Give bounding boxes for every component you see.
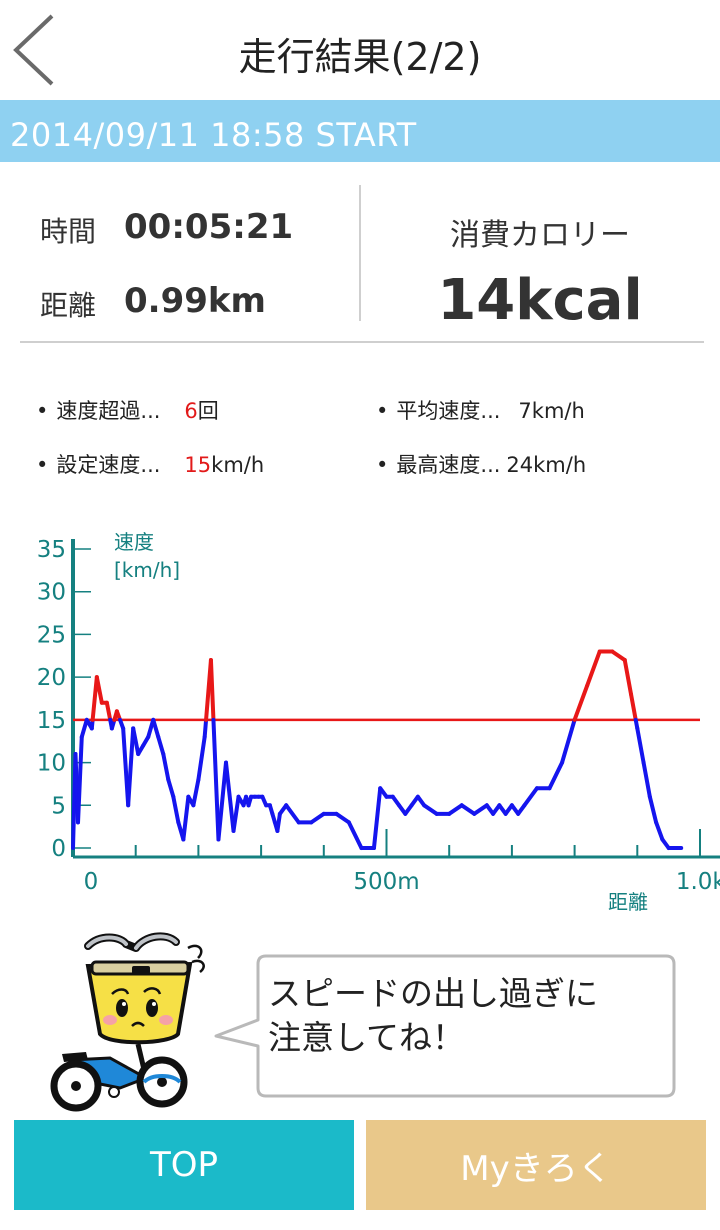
bullet: • [376,399,389,423]
speed-segment-over-limit [610,649,627,663]
max-speed-label: 最高速度... [396,453,501,477]
y-tick-label: 25 [37,622,66,648]
y-tick-label: 5 [51,793,66,819]
mascot-message-line1: スピードの出し過ぎに [268,974,598,1013]
bullet: • [376,453,389,477]
speed-segment [171,794,181,825]
stat-avg-speed: • 平均速度... 7km/h [376,395,585,425]
speed-segment [371,786,383,850]
speed-segment [223,760,236,833]
speed-segment [309,811,326,825]
x-tick-label: 1.0km [676,869,720,895]
top-button[interactable]: TOP [14,1120,354,1210]
speed-segment [459,803,477,816]
x-tick-label: 500m [353,869,419,895]
distance-value: 0.99km [124,281,266,321]
speed-segment [647,794,659,825]
y-tick-label: 30 [37,580,66,606]
speed-segment [522,786,539,808]
distance-label: 距離 [40,289,97,322]
bullet: • [36,399,49,423]
speed-segment [131,726,141,757]
speed-segment [635,726,646,765]
stat-over-speed: • 速度超過... 6回 [36,395,219,425]
max-speed-value: 24km/h [506,453,587,477]
speed-segment [126,726,136,808]
speed-segment-over-limit [585,649,602,688]
speed-segment [181,794,191,842]
mascot-message: スピードの出し過ぎに 注意してね！ [268,972,658,1060]
speed-segment [196,734,207,782]
speed-segment [346,820,364,850]
speed-segment [211,717,221,842]
speed-segment [275,811,282,833]
calorie-label: 消費カロリー [450,218,630,253]
y-axis-title-line2: [km/h] [114,558,180,582]
set-speed-value: 15 [184,453,212,477]
speed-segment [202,717,209,739]
set-speed-unit: km/h [211,453,265,477]
avg-speed-label: 平均速度... [396,399,501,423]
y-tick-label: 0 [51,836,66,862]
y-tick-label: 15 [37,708,66,734]
speed-segment [166,777,176,799]
y-tick-label: 35 [37,537,66,563]
avg-speed-value: 7km/h [518,399,585,423]
speed-segment [447,803,464,816]
x-axis-title: 距離 [608,890,648,914]
speed-segment [472,803,489,816]
time-label: 時間 [40,215,97,248]
bullet: • [36,453,49,477]
speed-segment-over-limit [622,658,634,697]
y-axis-title-line1: 速度 [114,530,154,554]
speed-segment-over-limit [104,700,113,722]
speed-segment-over-limit [572,683,590,722]
stat-max-speed: • 最高速度... 24km/h [376,449,586,479]
speed-segment [641,760,652,799]
speed-segment [156,734,166,757]
over-speed-value: 6 [184,399,198,423]
over-speed-unit: 回 [197,399,219,423]
mascot-message-line2: 注意してね！ [268,1018,466,1057]
speed-segment [334,811,351,825]
speed-segment [560,717,577,765]
speed-segment [422,803,439,816]
mascot-illustration [50,932,205,1112]
speed-segment [216,760,228,842]
speed-segment [231,794,241,833]
speed-distance-chart: 35 30 25 20 15 10 5 0 0 500m 1.0km 速度 [km/h] 距離 [37,530,720,914]
start-datetime: 2014/09/11 18:58 START [10,116,417,154]
stat-set-speed: • 設定速度... 15km/h [36,449,264,479]
speed-segment-over-limit [629,692,638,722]
calorie-value: 14kcal [437,268,643,333]
speed-segment-over-limit [94,675,104,705]
x-tick-label: 0 [84,869,99,895]
speed-segment [161,752,171,782]
page-title: 走行結果(2/2) [238,35,482,79]
time-value: 00:05:21 [124,207,294,247]
my-record-button[interactable]: Myきろく [366,1120,706,1210]
speed-segment [191,777,201,808]
y-tick-label: 10 [37,751,66,777]
speed-segment [76,734,84,825]
speed-segment-over-limit [208,658,216,722]
summary-divider-horizontal [20,341,704,343]
speed-segment [151,717,161,739]
speed-segment [654,820,665,842]
speed-segment [284,803,301,825]
speed-segment [547,760,565,791]
y-tick-label: 20 [37,665,66,691]
over-speed-label: 速度超過... [56,399,161,423]
set-speed-label: 設定速度... [56,453,161,477]
